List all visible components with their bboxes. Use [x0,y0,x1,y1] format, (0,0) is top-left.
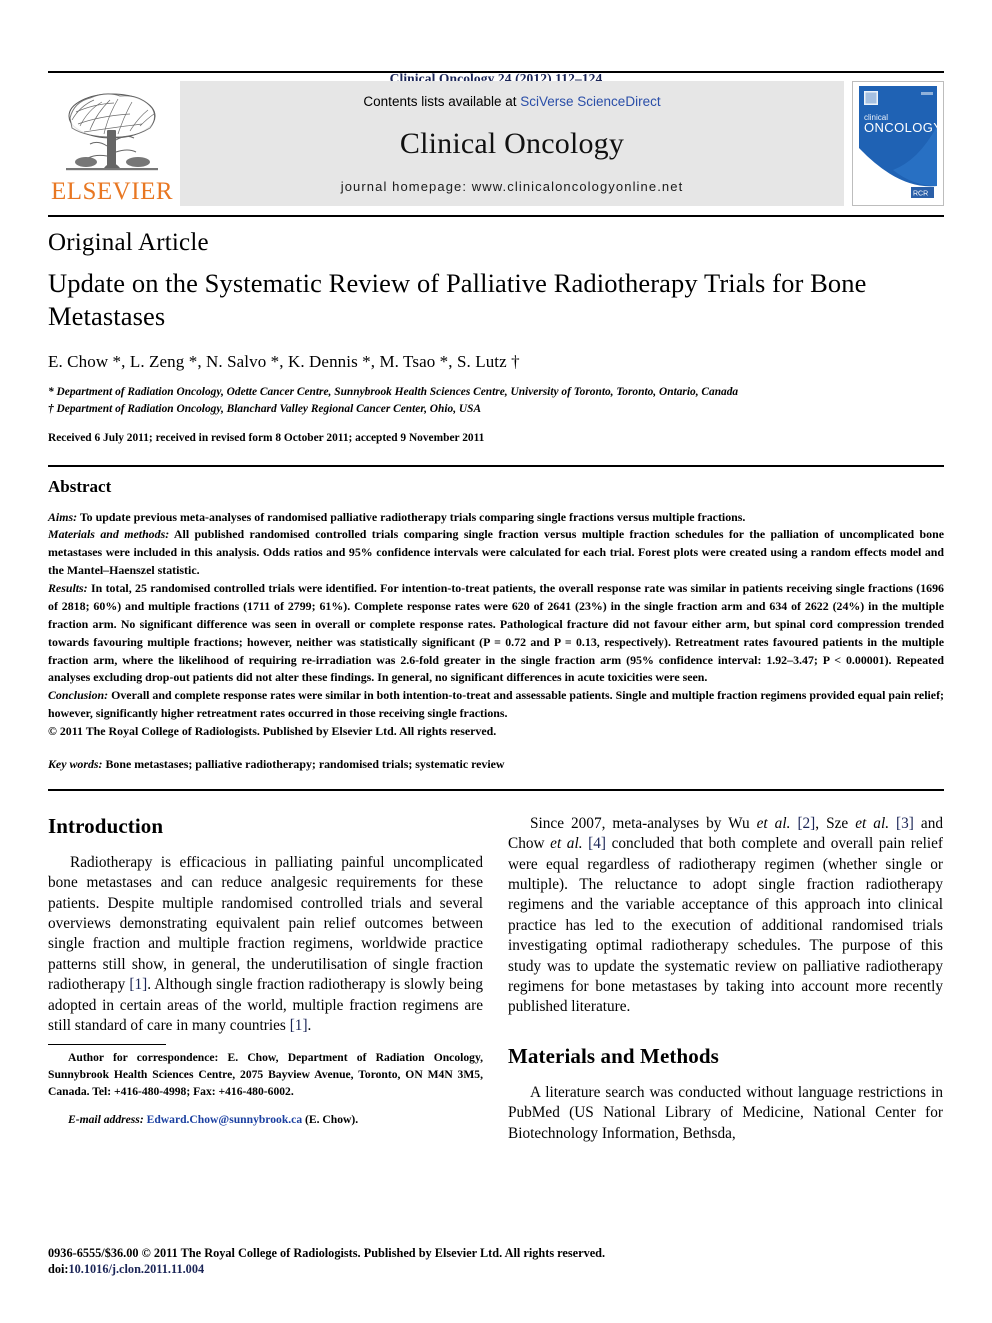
citation-ref-1b[interactable]: [1] [290,1017,308,1034]
citation-ref-3[interactable]: [3] [896,815,914,832]
abstract-conclusion-label: Conclusion: [48,688,109,703]
doi-label: doi: [48,1262,69,1277]
abstract-results-label: Results: [48,581,88,596]
correspondence-note: Author for correspondence: E. Chow, Depa… [48,1051,483,1099]
journal-band: Contents lists available at SciVerse Sci… [180,81,844,206]
introduction-paragraph: Radiotherapy is efficacious in palliatin… [48,853,483,1037]
page-title: Update on the Systematic Review of Palli… [48,268,867,332]
keywords: Key words: Bone metastases; palliative r… [48,757,944,772]
author-list: E. Chow *, L. Zeng *, N. Salvo *, K. Den… [48,352,520,372]
journal-cover-thumbnail[interactable]: clinical ONCOLOGY RCR [852,81,944,206]
elsevier-wordmark: ELSEVIER [50,178,174,205]
abstract-methods: Materials and methods: All published ran… [48,526,944,580]
email-suffix: (E. Chow). [302,1113,359,1127]
title-top-rule [48,215,944,217]
journal-masthead: ELSEVIER Contents lists available at Sci… [48,81,944,206]
affiliation-1: * Department of Radiation Oncology, Odet… [48,386,739,399]
et-al-1: et al. [756,814,791,832]
left-column: Introduction Radiotherapy is efficacious… [48,814,483,1144]
abstract-conclusion: Conclusion: Overall and complete respons… [48,687,944,723]
email-label: E-mail address: [68,1113,144,1127]
abstract-aims: Aims: To update previous meta-analyses o… [48,509,944,527]
abstract-results: Results: In total, 25 randomised control… [48,580,944,687]
right-text-b: , Sze [815,814,856,832]
abstract-conclusion-text: Overall and complete response rates were… [48,688,944,721]
et-al-2: et al. [855,814,890,832]
article-page: Clinical Oncology 24 (2012) 112–124 ELSE… [0,0,992,1323]
svg-text:RCR: RCR [913,191,928,198]
section-heading-introduction: Introduction [48,813,164,838]
abstract-aims-label: Aims: [48,509,78,524]
svg-text:ONCOLOGY: ONCOLOGY [864,120,942,135]
contents-prefix: Contents lists available at [363,94,521,109]
doi-line: doi:10.1016/j.clon.2011.11.004 [48,1261,948,1278]
section-heading-materials-and-methods: Materials and Methods [508,1043,719,1068]
right-text-a: Since 2007, meta-analyses by Wu [530,814,757,832]
issn-copyright-line: 0936-6555/$36.00 © 2011 The Royal Colleg… [48,1245,606,1260]
sciencedirect-link[interactable]: SciVerse ScienceDirect [520,94,660,109]
methods-paragraph: A literature search was conducted withou… [508,1083,943,1142]
intro-text-c: . [307,1017,312,1035]
abstract-copyright: © 2011 The Royal College of Radiologists… [48,723,497,738]
right-column: Since 2007, meta-analyses by Wu et al. [… [508,814,943,1144]
email-link[interactable]: Edward.Chow@sunnybrook.ca [147,1113,303,1126]
keywords-text: Bone metastases; palliative radiotherapy… [102,756,505,771]
citation-ref-1[interactable]: [1] [129,976,147,993]
background-paragraph: Since 2007, meta-analyses by Wu et al. [… [508,814,943,1018]
citation-ref-2[interactable]: [2] [797,815,815,832]
journal-title: Clinical Oncology [399,127,625,160]
abstract-body: Aims: To update previous meta-analyses o… [48,509,944,741]
citation-ref-4[interactable]: [4] [588,835,606,852]
abstract-results-text: In total, 25 randomised controlled trial… [48,581,944,685]
et-al-3: et al. [550,835,583,853]
abstract-methods-label: Materials and methods: [48,527,170,542]
abstract-methods-text: All published randomised controlled tria… [48,527,945,578]
elsevier-tree-icon [66,93,158,171]
footnote-rule [48,1044,166,1046]
affiliation-2: † Department of Radiation Oncology, Blan… [48,403,482,416]
right-text-d: concluded that both complete and overall… [508,835,944,1016]
abstract-heading: Abstract [48,476,112,496]
email-note: E-mail address: Edward.Chow@sunnybrook.c… [48,1112,483,1129]
body-top-rule [48,788,944,791]
elsevier-logo: ELSEVIER [48,81,176,206]
received-dates: Received 6 July 2011; received in revise… [48,431,485,444]
contents-list-line: Contents lists available at SciVerse Sci… [363,94,660,109]
cover-art: clinical ONCOLOGY RCR [853,82,943,205]
journal-homepage[interactable]: journal homepage: www.clinicaloncologyon… [341,179,684,194]
abstract-top-rule [48,464,944,467]
running-head: Clinical Oncology 24 (2012) 112–124 [389,71,603,86]
article-type: Original Article [48,229,209,256]
page-footer: 0936-6555/$36.00 © 2011 The Royal Colleg… [48,1245,948,1278]
two-column-body: Introduction Radiotherapy is efficacious… [48,814,944,1144]
intro-text-a: Radiotherapy is efficacious in palliatin… [48,853,483,994]
keywords-label: Key words: [48,756,103,771]
abstract-aims-text: To update previous meta-analyses of rand… [77,509,746,524]
doi-link[interactable]: 10.1016/j.clon.2011.11.004 [69,1262,205,1276]
